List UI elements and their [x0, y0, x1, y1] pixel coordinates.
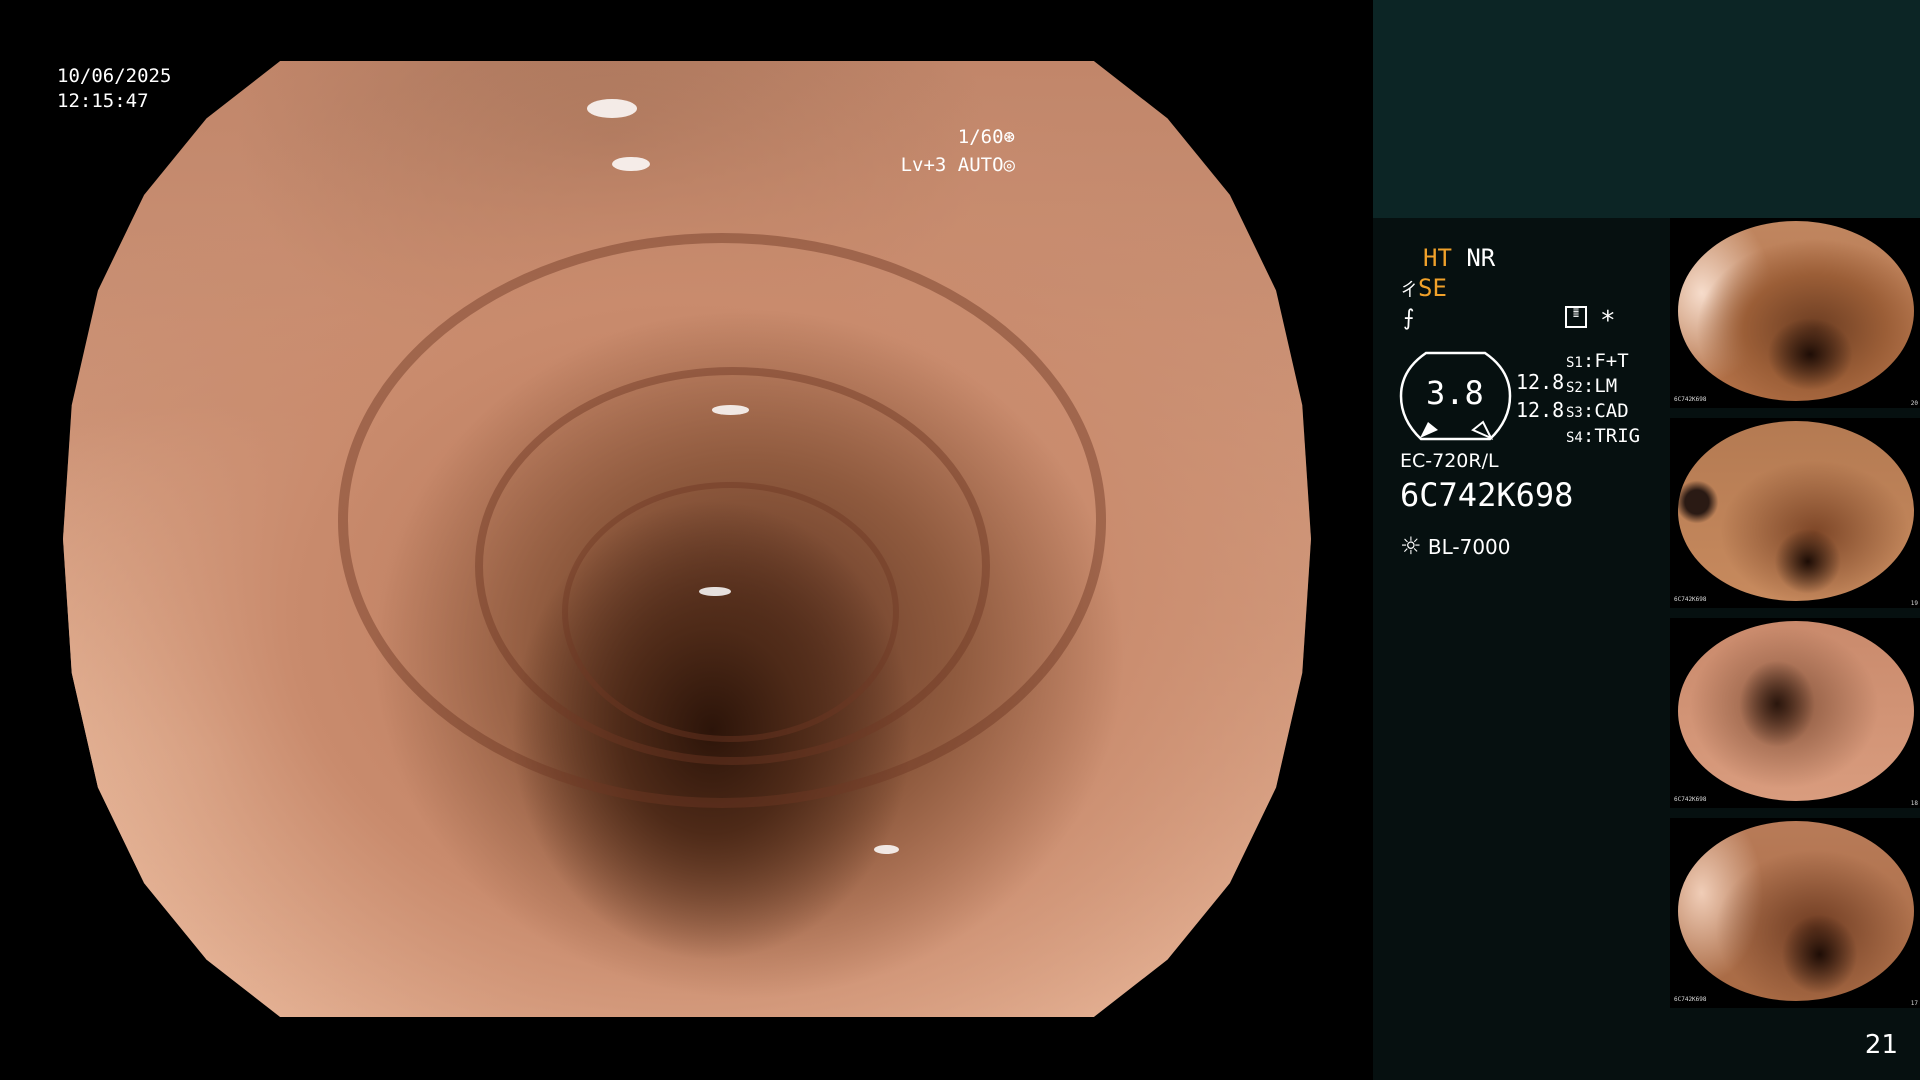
light-source-model: BL-7000 — [1427, 535, 1511, 559]
thumbnail-19[interactable]: 6C742K698 19 — [1670, 418, 1920, 608]
switch-key: S2 — [1566, 380, 1583, 396]
thumbnail-18[interactable]: 6C742K698 18 — [1670, 618, 1920, 808]
light-reflection — [711, 405, 750, 415]
page-number: 21 — [1864, 1030, 1898, 1060]
mode-indicators: HT NR — [1423, 244, 1495, 272]
star-indicator: * — [1600, 306, 1616, 336]
mucosal-fold — [562, 481, 899, 743]
thumbnail-index: 20 — [1910, 400, 1918, 407]
switch-s4: S4:TRIG — [1566, 425, 1641, 447]
thumbnail-index: 19 — [1910, 600, 1918, 607]
scope-model: EC-720R/L — [1400, 450, 1499, 472]
exam-time: 12:15:47 — [57, 90, 149, 112]
scope-serial: 6C742K698 — [1400, 476, 1574, 514]
light-source: ☼ BL-7000 — [1400, 532, 1511, 560]
structure-enhance-indicator: ㄔSE — [1400, 274, 1447, 302]
switch-value: LM — [1594, 375, 1618, 397]
exam-date: 10/06/2025 — [57, 65, 172, 87]
status-panel: HT NR ㄔSE ⨍ ≡ ≡ * 3.8 12.8 12.8 S1:F+T S2… — [1373, 0, 1920, 1080]
gauge-value: 3.8 — [1426, 374, 1484, 412]
ht-indicator: HT — [1423, 244, 1452, 272]
brightness-level-value: Lv+3 AUTO — [900, 154, 1004, 176]
thumbnail-image — [1678, 421, 1914, 601]
switch-s2: S2:LM — [1566, 375, 1618, 397]
light-reflection — [587, 99, 638, 119]
thumbnail-column: 6C742K698 20 6C742K698 19 6C742K698 18 6… — [1670, 218, 1920, 1018]
structure-enhance-icon: ㄔ — [1400, 280, 1418, 301]
thumbnail-17[interactable]: 6C742K698 17 — [1670, 818, 1920, 1008]
f-symbol-icon: ⨍ — [1403, 306, 1415, 331]
endoscope-main-view: 10/06/2025 12:15:47 1/60⊛ Lv+3 AUTO◎ — [0, 0, 1373, 1080]
switch-value: TRIG — [1594, 425, 1641, 447]
switch-key: S4 — [1566, 430, 1583, 446]
thumbnail-serial: 6C742K698 — [1674, 596, 1707, 603]
switch-s1: S1:F+T — [1566, 350, 1629, 372]
switch-value: CAD — [1594, 400, 1629, 422]
switch-s3: S3:CAD — [1566, 400, 1629, 422]
endoscopic-colon-image — [63, 61, 1311, 1017]
thumbnail-serial: 6C742K698 — [1674, 996, 1707, 1003]
switch-value: F+T — [1594, 350, 1629, 372]
value-bottom: 12.8 — [1516, 398, 1565, 422]
brightness-level: Lv+3 AUTO◎ — [855, 126, 1015, 204]
nr-indicator: NR — [1466, 244, 1496, 272]
settings-list-icon: ≡ ≡ — [1565, 306, 1587, 328]
iris-icon: ◎ — [1003, 154, 1015, 176]
switch-key: S1 — [1566, 355, 1583, 371]
light-source-icon: ☼ — [1400, 532, 1422, 560]
thumbnail-20[interactable]: 6C742K698 20 — [1670, 218, 1920, 408]
thumbnail-serial: 6C742K698 — [1674, 396, 1707, 403]
light-reflection — [874, 844, 900, 855]
light-reflection — [612, 156, 650, 171]
panel-header-block — [1373, 0, 1920, 218]
thumbnail-image — [1678, 821, 1914, 1001]
se-label: SE — [1418, 274, 1447, 302]
thumbnail-serial: 6C742K698 — [1674, 796, 1707, 803]
thumbnail-index: 18 — [1910, 800, 1918, 807]
switch-key: S3 — [1566, 405, 1583, 421]
value-top: 12.8 — [1516, 370, 1565, 394]
thumbnail-image — [1678, 621, 1914, 801]
thumbnail-index: 17 — [1910, 1000, 1918, 1007]
thumbnail-image — [1678, 221, 1914, 401]
